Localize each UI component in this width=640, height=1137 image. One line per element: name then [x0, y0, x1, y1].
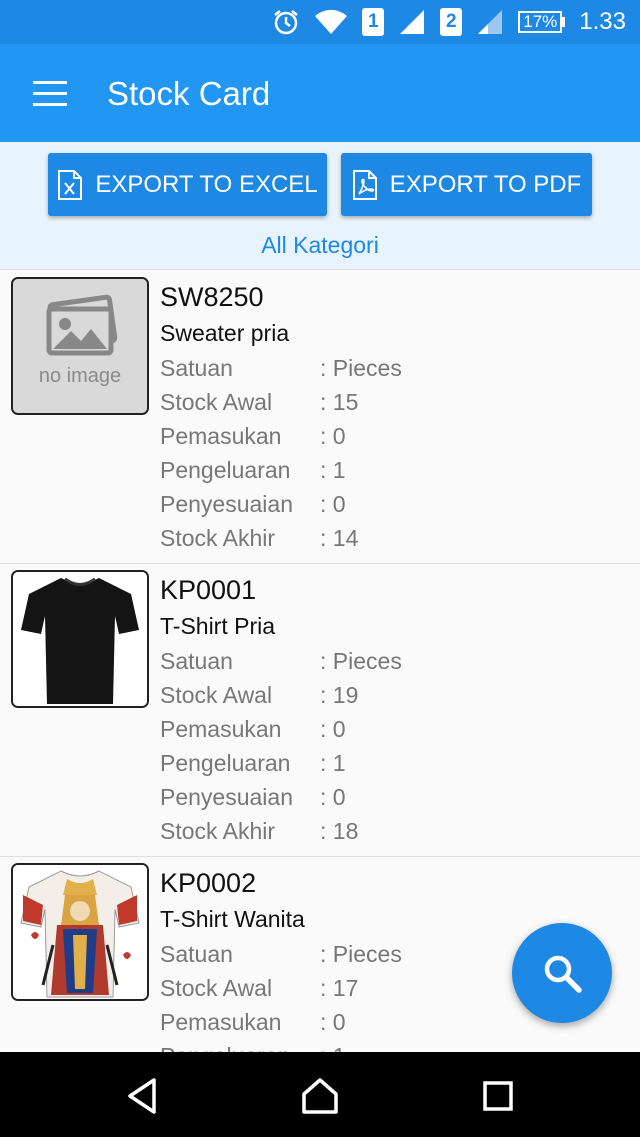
outgoing-value: : 1	[320, 750, 346, 776]
incoming-label: Pemasukan	[160, 716, 282, 742]
signal-weak-icon	[478, 10, 503, 34]
incoming-value: : 0	[320, 716, 346, 742]
battery-cap	[562, 17, 566, 27]
unit-row: Satuan : Pieces	[160, 351, 620, 385]
closing-stock-label: Stock Akhir	[160, 818, 276, 844]
export-panel: EXPORT TO EXCEL EXPORT TO PDF All Katego…	[0, 142, 640, 270]
navigation-bar	[0, 1052, 640, 1137]
opening-stock-label: Stock Awal	[160, 975, 273, 1001]
app-bar: Stock Card	[0, 44, 640, 142]
excel-file-icon	[58, 169, 83, 200]
unit-value: : Pieces	[320, 648, 402, 674]
adjustment-label: Penyesuaian	[160, 784, 293, 810]
opening-stock-label: Stock Awal	[160, 682, 273, 708]
export-pdf-label: EXPORT TO PDF	[389, 170, 582, 198]
back-button[interactable]	[118, 1072, 166, 1120]
status-icons: 1 2 17% 1.33	[272, 6, 626, 38]
wifi-icon	[315, 9, 348, 35]
adjustment-value: : 0	[320, 491, 346, 517]
closing-stock-label: Stock Akhir	[160, 525, 276, 551]
outgoing-value: : 1	[320, 457, 346, 483]
recent-apps-button[interactable]	[474, 1072, 522, 1120]
product-info: KP0001 T-Shirt Pria Satuan : Pieces Stock…	[160, 572, 620, 848]
outgoing-label: Pengeluaran	[160, 750, 291, 776]
product-thumbnail: no image	[11, 277, 149, 415]
adjustment-label: Penyesuaian	[160, 491, 293, 517]
opening-stock-value: : 17	[320, 975, 359, 1001]
outgoing-label: Pengeluaran	[160, 457, 291, 483]
outgoing-row: Pengeluaran : 1	[160, 746, 620, 780]
opening-stock-value: : 19	[320, 682, 359, 708]
incoming-label: Pemasukan	[160, 423, 282, 449]
unit-label: Satuan	[160, 941, 233, 967]
incoming-row: Pemasukan : 0	[160, 712, 620, 746]
battery-level: 17%	[518, 11, 563, 33]
list-item[interactable]: no image SW8250 Sweater pria Satuan : Pie…	[0, 271, 640, 564]
no-image-text: no image	[39, 365, 121, 387]
black-tshirt-image	[13, 572, 147, 706]
incoming-row: Pemasukan : 0	[160, 419, 620, 453]
incoming-value: : 0	[320, 1009, 346, 1035]
adjustment-value: : 0	[320, 784, 346, 810]
unit-value: : Pieces	[320, 941, 402, 967]
product-code: KP0001	[160, 575, 257, 605]
product-thumbnail	[11, 863, 149, 1001]
home-icon	[302, 1078, 338, 1114]
category-filter-link[interactable]: All Kategori	[0, 232, 640, 259]
incoming-value: : 0	[320, 423, 346, 449]
pdf-file-icon	[352, 169, 377, 200]
outgoing-label: Pengeluaran	[160, 1043, 290, 1052]
export-excel-label: EXPORT TO EXCEL	[95, 170, 318, 198]
outgoing-value: : 1	[320, 1039, 346, 1052]
unit-label: Satuan	[160, 648, 233, 674]
search-fab[interactable]	[512, 923, 612, 1023]
export-pdf-button[interactable]: EXPORT TO PDF	[341, 153, 592, 216]
no-image-icon: no image	[13, 279, 147, 413]
opening-stock-row: Stock Awal : 15	[160, 385, 620, 419]
closing-stock-value: : 18	[320, 818, 359, 844]
menu-icon[interactable]	[26, 74, 74, 114]
unit-label: Satuan	[160, 355, 233, 381]
opening-stock-label: Stock Awal	[160, 389, 273, 415]
search-icon	[544, 955, 582, 993]
product-code: SW8250	[160, 282, 264, 312]
closing-stock-value: : 14	[320, 525, 359, 551]
product-info: SW8250 Sweater pria Satuan : Pieces Stock…	[160, 279, 620, 555]
export-excel-button[interactable]: EXPORT TO EXCEL	[48, 153, 327, 216]
battery-icon: 17%	[518, 11, 566, 33]
status-bar: 1 2 17% 1.33	[0, 0, 640, 44]
signal-icon	[400, 10, 425, 34]
product-code: KP0002	[160, 868, 257, 898]
opening-stock-row: Stock Awal : 19	[160, 678, 620, 712]
opening-stock-value: : 15	[320, 389, 359, 415]
product-name: T-Shirt Pria	[160, 613, 276, 639]
unit-value: : Pieces	[320, 355, 402, 381]
king-card-tshirt-image	[13, 865, 147, 999]
incoming-label: Pemasukan	[160, 1009, 282, 1035]
outgoing-row: Pengeluaran : 1	[160, 1039, 620, 1052]
unit-row: Satuan : Pieces	[160, 644, 620, 678]
back-icon	[128, 1078, 156, 1114]
product-name: Sweater pria	[160, 320, 290, 346]
closing-stock-row: Stock Akhir : 14	[160, 521, 620, 555]
clock: 1.33	[579, 8, 626, 35]
closing-stock-row: Stock Akhir : 18	[160, 814, 620, 848]
adjustment-row: Penyesuaian : 0	[160, 487, 620, 521]
home-button[interactable]	[296, 1072, 344, 1120]
adjustment-row: Penyesuaian : 0	[160, 780, 620, 814]
alarm-icon	[274, 10, 299, 35]
sim2-badge: 2	[440, 8, 463, 36]
outgoing-row: Pengeluaran : 1	[160, 453, 620, 487]
sim1-badge: 1	[362, 8, 385, 36]
recent-apps-icon	[483, 1081, 513, 1111]
page-title: Stock Card	[107, 75, 271, 112]
list-item[interactable]: KP0001 T-Shirt Pria Satuan : Pieces Stock…	[0, 564, 640, 857]
product-thumbnail	[11, 570, 149, 708]
